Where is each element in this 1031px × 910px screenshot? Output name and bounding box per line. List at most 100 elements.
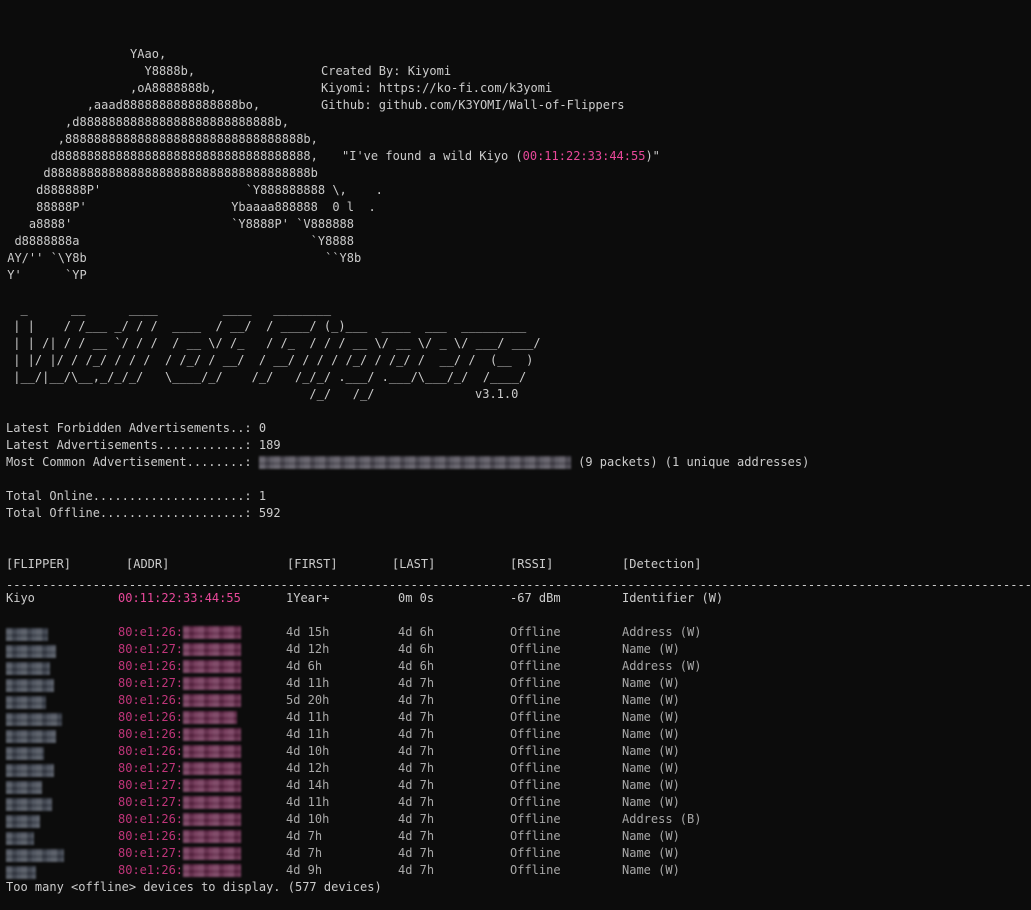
cell-first: 4d 14h (286, 778, 330, 792)
cell-last: 4d 7h (398, 863, 435, 877)
cell-rssi: Offline (510, 846, 561, 860)
cell-first: 4d 7h (286, 829, 323, 843)
redacted-name (6, 730, 56, 743)
cell-detection: Name (W) (622, 761, 680, 775)
table-row: 80:e1:27: 4d 11h 4d 7h Offline Name (W) (6, 794, 1026, 811)
table-row: 80:e1:26: 4d 10h 4d 7h Offline Address (B) (6, 811, 1026, 828)
header-first: [FIRST] (287, 557, 338, 571)
addr-prefix: 80:e1:26: (118, 744, 184, 758)
ascii-art-line: d888888P' `Y888888888 \, . (0, 183, 383, 197)
logo-line: | | /| / / __ `/ / / / __ \/ /_ / /_ / /… (6, 336, 541, 350)
redacted-addr (183, 779, 242, 792)
redacted-addr (183, 762, 242, 775)
ascii-art-line: YAao, (0, 47, 167, 61)
cell-detection: Name (W) (622, 642, 680, 656)
github-link-text: Github: github.com/K3YOMI/Wall-of-Flippe… (321, 98, 625, 112)
redacted-name (6, 849, 64, 862)
cell-first: 4d 9h (286, 863, 323, 877)
stat-forbidden: Latest Forbidden Advertisements..: 0 (6, 420, 266, 437)
redacted-name (6, 747, 44, 760)
cell-first: 1Year+ (286, 591, 330, 605)
redacted-addr (183, 847, 242, 860)
cell-first: 5d 20h (286, 693, 330, 707)
ascii-art-line: Y8888b, (0, 64, 196, 78)
cell-rssi: Offline (510, 693, 561, 707)
redacted-addr (183, 711, 238, 724)
addr-prefix: 80:e1:27: (118, 676, 184, 690)
table-row: 80:e1:26: 4d 6h 4d 6h Offline Address (W) (6, 658, 1026, 675)
redacted-name (6, 815, 40, 828)
redacted-name (6, 798, 52, 811)
redacted-addr (183, 694, 242, 707)
cell-detection: Identifier (W) (622, 591, 724, 605)
cell-first: 4d 7h (286, 846, 323, 860)
redacted-addr (183, 728, 242, 741)
addr-prefix: 80:e1:26: (118, 727, 184, 741)
cell-addr: 00:11:22:33:44:55 (118, 591, 241, 605)
logo-line: |__/|__/\__,_/_/_/ \____/_/ /_/ /_/_/ ._… (6, 370, 527, 384)
redacted-addr (183, 813, 242, 826)
stat-latest-label: Latest Advertisements............: (6, 438, 259, 452)
table-row: 80:e1:27: 4d 11h 4d 7h Offline Name (W) (6, 675, 1026, 692)
found-suffix: )" (645, 149, 660, 163)
cell-rssi: Offline (510, 812, 561, 826)
redacted-name (6, 781, 42, 794)
addr-prefix: 80:e1:27: (118, 642, 184, 656)
cell-addr: 80:e1:26: (118, 828, 242, 845)
cell-first: 4d 10h (286, 812, 330, 826)
ascii-art-line: a8888' `Y8888P' `V888888 (0, 217, 355, 231)
redacted-name (6, 713, 62, 726)
redacted-name (6, 628, 48, 641)
redacted-name (6, 832, 34, 845)
cell-rssi: Offline (510, 744, 561, 758)
cell-last: 4d 6h (398, 625, 435, 639)
cell-addr: 80:e1:27: (118, 845, 242, 862)
cell-last: 4d 7h (398, 727, 435, 741)
redacted-name (6, 866, 36, 879)
cell-rssi: Offline (510, 829, 561, 843)
cell-last: 4d 7h (398, 744, 435, 758)
cell-first: 4d 6h (286, 659, 323, 673)
ascii-art-line: ,oA8888888b, (0, 81, 217, 95)
stat-latest-value: 189 (258, 438, 281, 452)
addr-prefix: 80:e1:26: (118, 693, 184, 707)
ascii-art-line: ,aaad8888888888888888bo, (0, 98, 261, 112)
cell-rssi: Offline (510, 710, 561, 724)
table-row: 80:e1:26: 5d 20h 4d 7h Offline Name (W) (6, 692, 1026, 709)
cell-detection: Name (W) (622, 676, 680, 690)
table-row-online: Kiyo 00:11:22:33:44:55 1Year+ 0m 0s -67 … (6, 590, 1026, 607)
redacted-addr (183, 745, 242, 758)
redacted-name (6, 696, 46, 709)
redacted-advertisement (258, 456, 571, 469)
redacted-addr (183, 660, 242, 673)
cell-first: 4d 11h (286, 727, 330, 741)
found-message: "I've found a wild Kiyo (00:11:22:33:44:… (342, 148, 660, 165)
cell-last: 4d 6h (398, 659, 435, 673)
cell-detection: Address (B) (622, 812, 702, 826)
footer-message: Too many <offline> devices to display. (… (6, 880, 382, 894)
redacted-name (6, 764, 54, 777)
cell-addr: 80:e1:27: (118, 777, 242, 794)
header-detection: [Detection] (622, 557, 702, 571)
stat-offline-label: Total Offline....................: (6, 506, 259, 520)
logo-line: _ __ ____ ____ ________ (6, 302, 332, 316)
cell-rssi: Offline (510, 863, 561, 877)
redacted-addr (183, 677, 242, 690)
cell-last: 4d 7h (398, 778, 435, 792)
redacted-name (6, 645, 56, 658)
cell-rssi: Offline (510, 642, 561, 656)
cell-rssi: Offline (510, 727, 561, 741)
ascii-art-line: d888888888888888888888888888888888888b (0, 166, 318, 180)
addr-prefix: 80:e1:27: (118, 795, 184, 809)
table-row: 80:e1:26: 4d 11h 4d 7h Offline Name (W) (6, 726, 1026, 743)
table-row: 80:e1:26: 4d 9h 4d 7h Offline Name (W) (6, 862, 1026, 879)
ascii-art-line: d88888888888888888888888888888888888, (0, 149, 318, 163)
cell-addr: 80:e1:27: (118, 641, 242, 658)
cell-addr: 80:e1:26: (118, 862, 242, 879)
kiyomi-link-text: Kiyomi: https://ko-fi.com/k3yomi (321, 81, 553, 95)
cell-name: Kiyo (6, 591, 35, 605)
cell-detection: Name (W) (622, 744, 680, 758)
cell-first: 4d 12h (286, 761, 330, 775)
table-header: [FLIPPER] [ADDR] [FIRST] [LAST] [RSSI] [… (6, 556, 1026, 573)
cell-first: 4d 11h (286, 795, 330, 809)
